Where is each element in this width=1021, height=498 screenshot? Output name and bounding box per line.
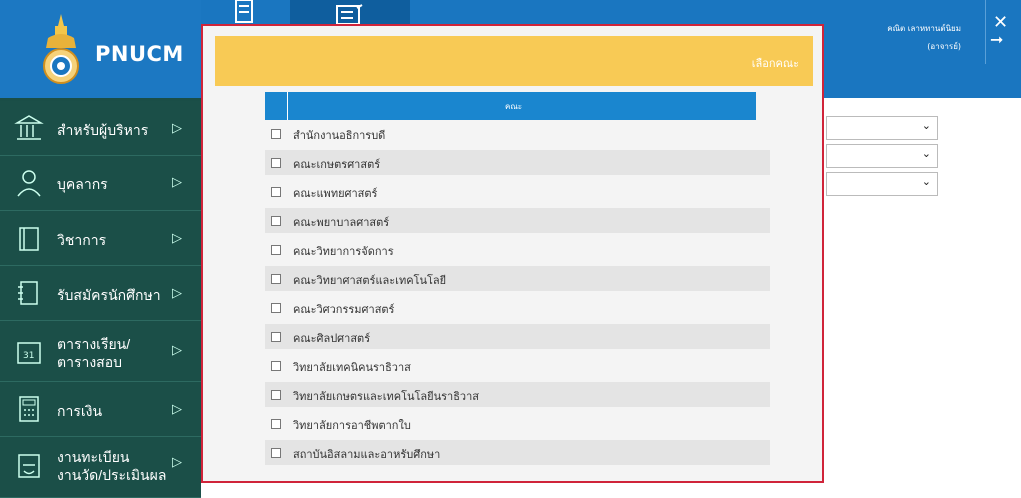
sidebar-item-label: รับสมัครนักศึกษา (57, 287, 161, 303)
calendar-icon: 31 (17, 342, 41, 364)
faculty-checkbox[interactable] (271, 448, 281, 458)
chevron-right-icon: ▷ (172, 231, 182, 246)
faculty-row[interactable]: สำนักงานอธิการบดี (265, 121, 770, 146)
svg-text:31: 31 (23, 351, 34, 361)
modal-title: เลือกคณะ (751, 57, 799, 70)
faculty-label: คณะแพทยศาสตร์ (293, 188, 378, 200)
faculty-row[interactable]: คณะแพทยศาสตร์ (265, 179, 770, 204)
faculty-row[interactable]: คณะเกษตรศาสตร์ (265, 150, 770, 175)
faculty-checkbox[interactable] (271, 332, 281, 342)
notebook-icon (18, 281, 38, 305)
bank-chart-icon (14, 115, 44, 140)
faculty-label: คณะวิศวกรรมศาสตร์ (293, 304, 395, 316)
column-header-faculty: คณะ (505, 102, 523, 111)
faculty-checkbox[interactable] (271, 390, 281, 400)
faculty-label: คณะเกษตรศาสตร์ (293, 159, 381, 171)
chevron-right-icon: ▷ (172, 286, 182, 301)
logo-text: PNUCM (95, 42, 184, 66)
sidebar-item-label: วิชาการ (57, 232, 107, 248)
faculty-checkbox[interactable] (271, 303, 281, 313)
background-select-2[interactable]: ⌄ (826, 144, 938, 168)
faculty-checkbox[interactable] (271, 419, 281, 429)
chevron-down-icon: ⌄ (921, 175, 931, 188)
faculty-row[interactable]: คณะวิทยาการจัดการ (265, 237, 770, 262)
table-header: คณะ (265, 92, 756, 120)
sidebar-item-label-line2: ตารางสอบ (57, 354, 123, 370)
faculty-checkbox[interactable] (271, 158, 281, 168)
sidebar-item-admission[interactable]: รับสมัครนักศึกษา ▷ (0, 266, 201, 321)
faculty-label: วิทยาลัยเกษตรและเทคโนโลยีนราธิวาส (293, 391, 479, 403)
faculty-row[interactable]: วิทยาลัยการอาชีพตากใบ (265, 411, 770, 436)
person-icon (17, 170, 41, 197)
faculty-row[interactable]: คณะศิลปศาสตร์ (265, 324, 770, 349)
faculty-checkbox[interactable] (271, 216, 281, 226)
faculty-checkbox[interactable] (271, 187, 281, 197)
faculty-row[interactable]: คณะพยาบาลศาสตร์ (265, 208, 770, 233)
sidebar-item-executive[interactable]: สำหรับผู้บริหาร ▷ (0, 101, 201, 156)
background-select-1[interactable]: ⌄ (826, 116, 938, 140)
faculty-checkbox[interactable] (271, 274, 281, 284)
faculty-label: สำนักงานอธิการบดี (293, 130, 386, 142)
logo-area[interactable]: PNUCM (0, 0, 201, 98)
university-emblem-icon (43, 14, 79, 84)
faculty-checkbox[interactable] (271, 129, 281, 139)
chevron-right-icon: ▷ (172, 121, 182, 136)
user-name: คณิต เลาหทานต์นิยม (887, 24, 961, 33)
faculty-row[interactable]: วิทยาลัยเกษตรและเทคโนโลยีนราธิวาส (265, 382, 770, 407)
chevron-right-icon: ▷ (172, 402, 182, 417)
sidebar-item-label: บุคลากร (57, 176, 108, 192)
faculty-row[interactable]: วิทยาลัยเทคนิคนราธิวาส (265, 353, 770, 378)
scale-icon (18, 454, 40, 478)
sidebar-item-label: การเงิน (57, 403, 103, 419)
sidebar: สำหรับผู้บริหาร ▷ บุคลากร ▷ วิชาการ ▷ รั… (0, 98, 201, 498)
sidebar-item-finance[interactable]: การเงิน ▷ (0, 382, 201, 437)
chevron-right-icon: ▷ (172, 455, 182, 470)
faculty-row[interactable]: คณะวิทยาศาสตร์และเทคโนโลยี (265, 266, 770, 291)
faculty-label: วิทยาลัยเทคนิคนราธิวาส (293, 362, 411, 374)
background-select-3[interactable]: ⌄ (826, 172, 938, 196)
sidebar-item-label: สำหรับผู้บริหาร (57, 122, 149, 138)
user-role: (อาจารย์) (927, 42, 961, 51)
faculty-checkbox[interactable] (271, 361, 281, 371)
chevron-right-icon: ▷ (172, 343, 182, 358)
sidebar-item-academic[interactable]: วิชาการ ▷ (0, 211, 201, 266)
chevron-down-icon: ⌄ (921, 119, 931, 132)
logout-arrow-icon[interactable]: ➞ (990, 30, 1003, 49)
faculty-label: สถาบันอิสลามและอาหรับศึกษา (293, 449, 441, 461)
sidebar-item-schedule[interactable]: 31 ตารางเรียน/ ตารางสอบ ▷ (0, 321, 201, 382)
sidebar-item-label-line2: งานวัด/ประเมินผล (57, 467, 167, 483)
divider (985, 0, 986, 64)
sidebar-item-personnel[interactable]: บุคลากร ▷ (0, 156, 201, 211)
chevron-right-icon: ▷ (172, 175, 182, 190)
faculty-label: วิทยาลัยการอาชีพตากใบ (293, 420, 411, 432)
modal-header: เลือกคณะ (215, 36, 813, 86)
faculty-row[interactable]: คณะวิศวกรรมศาสตร์ (265, 295, 770, 320)
faculty-row[interactable]: สถาบันอิสลามและอาหรับศึกษา (265, 440, 770, 465)
faculty-label: คณะวิทยาศาสตร์และเทคโนโลยี (293, 275, 447, 287)
faculty-label: คณะวิทยาการจัดการ (293, 246, 394, 258)
faculty-checkbox[interactable] (271, 245, 281, 255)
modal-body: คณะ สำนักงานอธิการบดีคณะเกษตรศาสตร์คณะแพ… (215, 86, 813, 481)
faculty-label: คณะพยาบาลศาสตร์ (293, 217, 390, 229)
chevron-down-icon: ⌄ (921, 147, 931, 160)
faculty-label: คณะศิลปศาสตร์ (293, 333, 371, 345)
table-header-checkbox-cell (265, 92, 288, 120)
faculty-select-modal: เลือกคณะ คณะ สำนักงานอธิการบดีคณะเกษตรศา… (201, 24, 824, 483)
book-icon (19, 227, 39, 251)
calculator-icon (19, 396, 39, 422)
